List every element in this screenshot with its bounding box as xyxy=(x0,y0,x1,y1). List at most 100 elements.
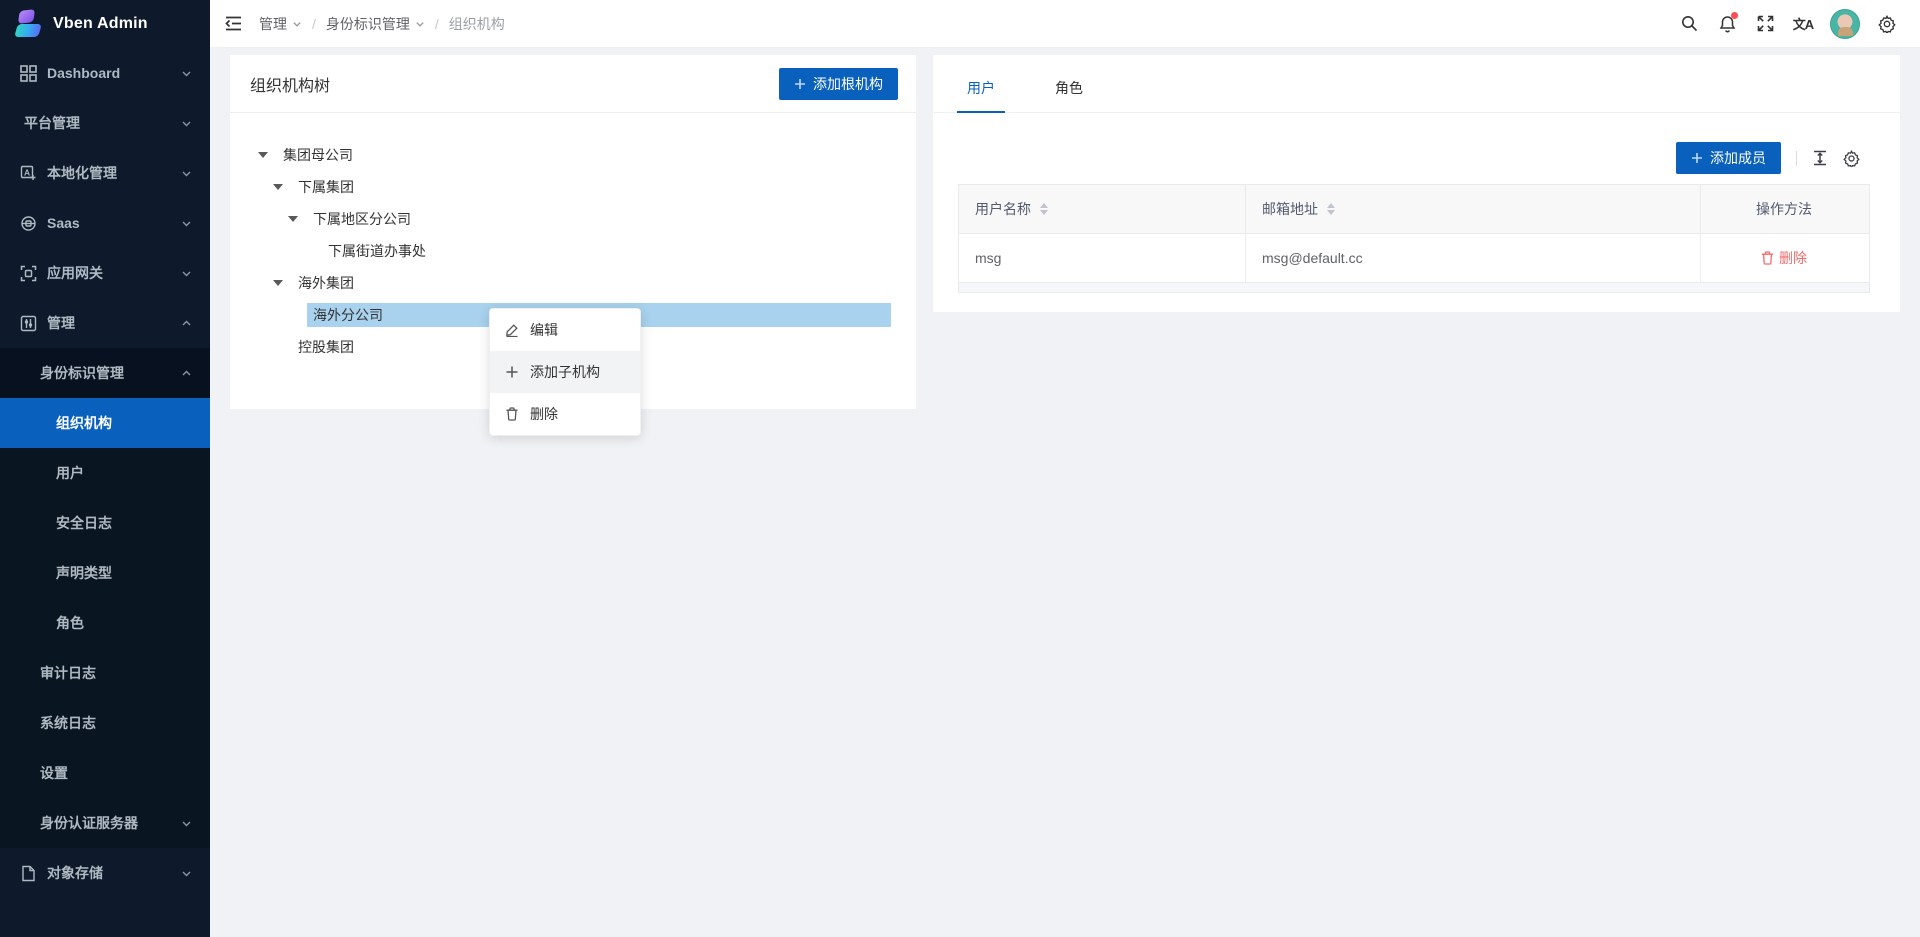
sidebar-item-object-storage[interactable]: 对象存储 xyxy=(0,848,210,898)
chevron-down-icon xyxy=(181,818,192,829)
translate-icon[interactable]: 文A xyxy=(1784,0,1822,48)
breadcrumb-item-organizations: 组织机构 xyxy=(449,14,505,34)
sidebar-item-identity-management[interactable]: 身份标识管理 xyxy=(0,348,210,398)
user-avatar[interactable] xyxy=(1830,9,1860,39)
notification-bell-icon[interactable] xyxy=(1708,0,1746,48)
context-menu-add-child[interactable]: 添加子机构 xyxy=(490,351,640,393)
sort-icon[interactable] xyxy=(1327,203,1335,215)
sidebar-item-users[interactable]: 用户 xyxy=(0,448,210,498)
tree-node-label: 下属街道办事处 xyxy=(322,239,432,263)
column-settings-gear-icon[interactable] xyxy=(1843,150,1860,167)
tree-node-label: 海外集团 xyxy=(292,271,360,295)
column-header-label: 操作方法 xyxy=(1756,199,1812,219)
svg-text:A: A xyxy=(24,167,30,177)
tree-node-label: 控股集团 xyxy=(292,335,360,359)
breadcrumb-separator: / xyxy=(312,16,316,32)
tree-node-street-office[interactable]: 下属街道办事处 xyxy=(255,238,891,264)
sidebar-item-management[interactable]: 管理 xyxy=(0,298,210,348)
sidebar-item-localization[interactable]: A 本地化管理 xyxy=(0,148,210,198)
tree-expand-icon[interactable] xyxy=(255,152,277,158)
email-value: msg@default.cc xyxy=(1262,250,1363,266)
delete-label: 删除 xyxy=(1779,248,1807,268)
tree-node-label: 下属地区分公司 xyxy=(307,207,417,231)
tree-node-label: 集团母公司 xyxy=(277,143,359,167)
search-icon[interactable] xyxy=(1670,0,1708,48)
column-header-label: 用户名称 xyxy=(975,199,1031,219)
main-content: 组织机构树 添加根机构 集团母公司 下属集团 下属地区分公司 下属街道办事处 xyxy=(210,48,1920,937)
context-menu-label: 编辑 xyxy=(530,320,558,340)
app-logo[interactable]: Vben Admin xyxy=(0,0,210,48)
sidebar-item-identity-server[interactable]: 身份认证服务器 xyxy=(0,798,210,848)
add-member-label: 添加成员 xyxy=(1710,148,1766,168)
sidebar-item-claim-types[interactable]: 声明类型 xyxy=(0,548,210,598)
breadcrumb-item-management[interactable]: 管理 xyxy=(259,14,302,34)
app-title: Vben Admin xyxy=(53,15,148,33)
username-value: msg xyxy=(975,250,1001,266)
detail-tabs: 用户 角色 xyxy=(933,55,1900,113)
localization-icon: A xyxy=(20,165,37,182)
sidebar-item-dashboard[interactable]: Dashboard xyxy=(0,48,210,98)
add-root-org-label: 添加根机构 xyxy=(813,74,883,94)
tree-expand-icon[interactable] xyxy=(285,216,307,222)
header-actions: 文A xyxy=(1670,0,1906,48)
column-header-username[interactable]: 用户名称 xyxy=(959,185,1246,233)
table-row: msg msg@default.cc 删除 xyxy=(959,234,1869,283)
dashboard-icon xyxy=(20,65,37,82)
row-height-icon[interactable] xyxy=(1812,150,1828,166)
sidebar-item-platform-management[interactable]: 平台管理 xyxy=(0,98,210,148)
sidebar: Vben Admin Dashboard 平台管理 A 本地化管理 Saas xyxy=(0,0,210,937)
plus-icon xyxy=(505,365,519,379)
sidebar-item-label: Saas xyxy=(47,215,181,231)
column-header-email[interactable]: 邮箱地址 xyxy=(1246,185,1701,233)
sort-icon[interactable] xyxy=(1040,203,1048,215)
sidebar-item-saas[interactable]: Saas xyxy=(0,198,210,248)
chevron-down-icon xyxy=(181,68,192,79)
table-header-row: 用户名称 邮箱地址 操作方法 xyxy=(959,185,1869,234)
chevron-down-icon xyxy=(181,118,192,129)
sidebar-item-security-logs[interactable]: 安全日志 xyxy=(0,498,210,548)
vben-logo-icon xyxy=(14,9,44,39)
sidebar-item-roles[interactable]: 角色 xyxy=(0,598,210,648)
chevron-down-icon xyxy=(415,19,425,29)
table-toolbar: 添加成员 xyxy=(933,142,1860,174)
top-header: 管理 / 身份标识管理 / 组织机构 文A xyxy=(210,0,1920,48)
trash-icon xyxy=(1761,251,1774,265)
add-root-org-button[interactable]: 添加根机构 xyxy=(779,68,898,100)
tree-node-regional-branch[interactable]: 下属地区分公司 xyxy=(255,206,891,232)
context-menu-delete[interactable]: 删除 xyxy=(490,393,640,435)
chevron-up-icon xyxy=(181,368,192,379)
settings-gear-icon[interactable] xyxy=(1868,0,1906,48)
members-table: 用户名称 邮箱地址 操作方法 msg msg@default.cc xyxy=(958,184,1870,293)
saas-icon xyxy=(20,215,37,232)
org-tree-panel-header: 组织机构树 添加根机构 xyxy=(230,55,916,113)
tree-node-sub-group[interactable]: 下属集团 xyxy=(255,174,891,200)
fullscreen-icon[interactable] xyxy=(1746,0,1784,48)
tree-node-overseas-group[interactable]: 海外集团 xyxy=(255,270,891,296)
chevron-down-icon xyxy=(181,218,192,229)
breadcrumb-label: 身份标识管理 xyxy=(326,14,410,34)
add-member-button[interactable]: 添加成员 xyxy=(1676,142,1781,174)
translate-glyph: 文A xyxy=(1793,14,1813,33)
gateway-icon xyxy=(20,265,37,282)
sidebar-item-app-gateway[interactable]: 应用网关 xyxy=(0,248,210,298)
tab-roles[interactable]: 角色 xyxy=(1045,78,1093,113)
sidebar-item-settings[interactable]: 设置 xyxy=(0,748,210,798)
sidebar-item-label: 本地化管理 xyxy=(47,163,181,183)
breadcrumb-item-identity-management[interactable]: 身份标识管理 xyxy=(326,14,425,34)
toolbar-divider xyxy=(1796,151,1797,166)
sidebar-item-label: 声明类型 xyxy=(56,563,192,583)
table-scrollbar-track xyxy=(959,283,1869,293)
column-header-label: 邮箱地址 xyxy=(1262,199,1318,219)
tree-expand-icon[interactable] xyxy=(270,184,292,190)
sidebar-item-audit-logs[interactable]: 审计日志 xyxy=(0,648,210,698)
delete-member-button[interactable]: 删除 xyxy=(1761,248,1807,268)
tab-users[interactable]: 用户 xyxy=(957,78,1005,113)
menu-fold-icon[interactable] xyxy=(224,14,243,33)
tree-node-group-parent[interactable]: 集团母公司 xyxy=(255,142,891,168)
context-menu-edit[interactable]: 编辑 xyxy=(490,309,640,351)
trash-icon xyxy=(505,407,519,421)
sidebar-item-organizations[interactable]: 组织机构 xyxy=(0,398,210,448)
sidebar-item-label: 安全日志 xyxy=(56,513,192,533)
tree-expand-icon[interactable] xyxy=(270,280,292,286)
sidebar-item-system-logs[interactable]: 系统日志 xyxy=(0,698,210,748)
